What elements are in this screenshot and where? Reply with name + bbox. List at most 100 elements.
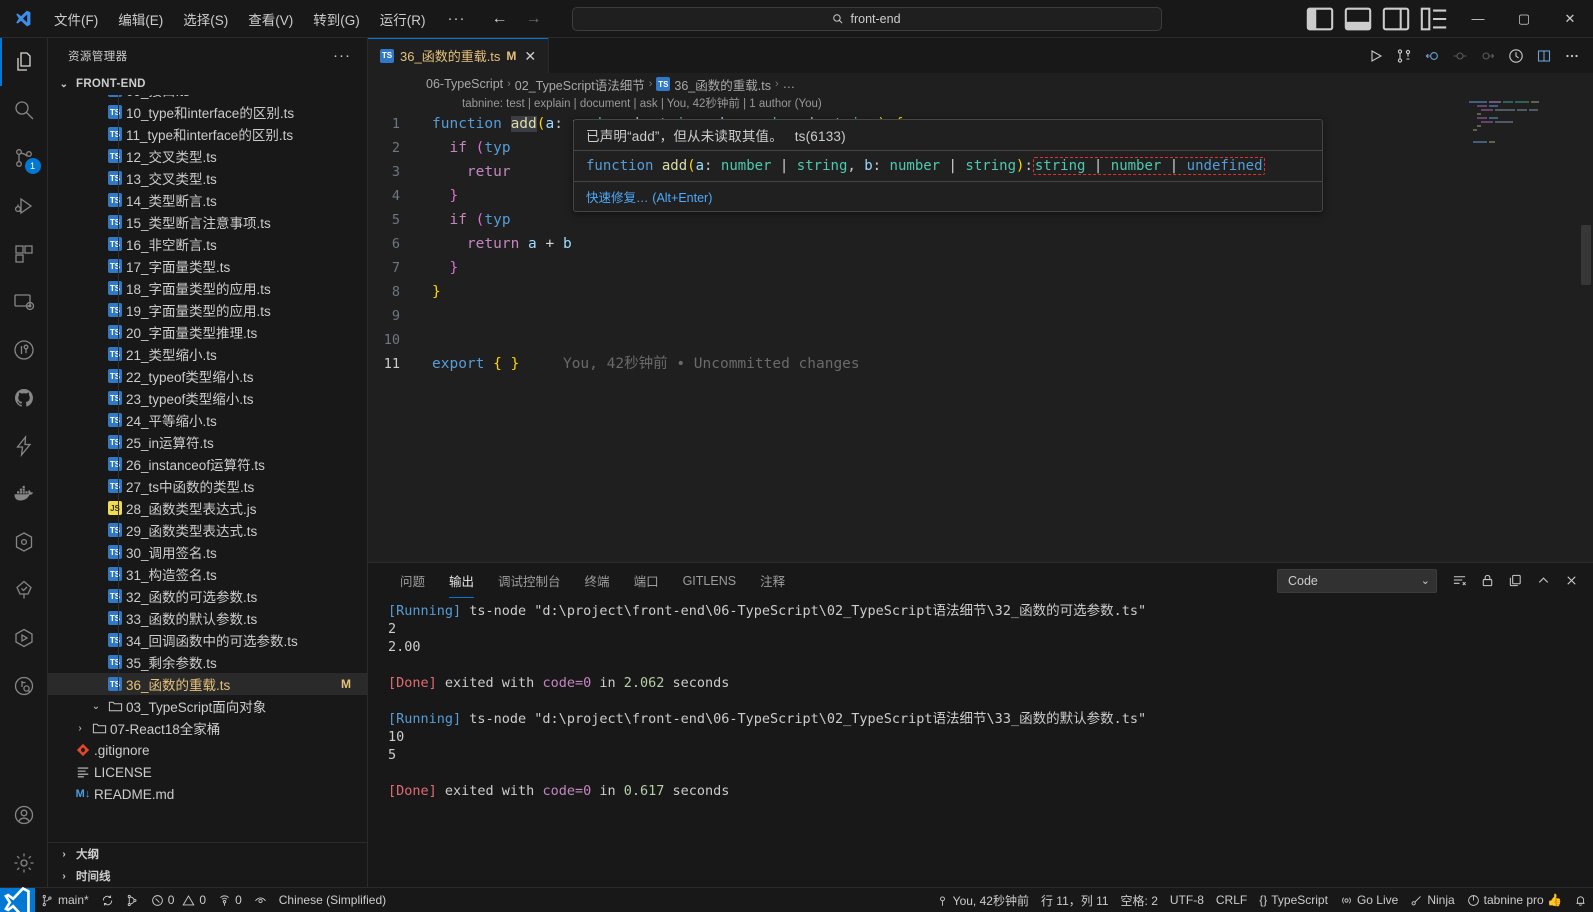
status-ports[interactable]: 0: [212, 888, 248, 912]
gitlens-icon[interactable]: [0, 326, 48, 374]
status-branch[interactable]: main*: [35, 888, 95, 912]
github-icon[interactable]: [0, 374, 48, 422]
hover-quickfix-row[interactable]: 快速修复… (Alt+Enter): [574, 182, 1322, 211]
menu-selection[interactable]: 选择(S): [173, 0, 238, 37]
status-problems[interactable]: 0 0: [145, 888, 212, 912]
test-explorer-icon[interactable]: [0, 662, 48, 710]
minimap[interactable]: [1469, 101, 1579, 141]
file-tree-row[interactable]: TS14_类型断言.ts: [48, 189, 367, 211]
tab-problems[interactable]: 问题: [388, 563, 437, 598]
split-diff-icon[interactable]: [1391, 41, 1417, 71]
status-encoding[interactable]: UTF-8: [1164, 888, 1210, 912]
menu-run[interactable]: 运行(R): [370, 0, 436, 37]
editor-scrollbar[interactable]: [1581, 225, 1591, 285]
file-tree-row-selected[interactable]: TS36_函数的重载.tsM: [48, 673, 367, 695]
menu-more-icon[interactable]: ···: [436, 10, 478, 27]
split-editor-icon[interactable]: [1531, 41, 1557, 71]
explorer-icon[interactable]: [0, 38, 48, 86]
file-tree-row[interactable]: TS34_回调函数中的可选参数.ts: [48, 629, 367, 651]
code-lens[interactable]: tabnine: test | explain | document | ask…: [462, 95, 822, 113]
breadcrumb-item-3[interactable]: …: [783, 77, 796, 91]
code-line[interactable]: 6 return a + b: [368, 232, 1593, 256]
code-line[interactable]: 9: [368, 304, 1593, 328]
clear-output-icon[interactable]: [1447, 569, 1471, 593]
file-tree-row[interactable]: TS24_平等缩小.ts: [48, 409, 367, 431]
status-language-locale[interactable]: Chinese (Simplified): [273, 888, 392, 912]
close-panel-icon[interactable]: [1559, 569, 1583, 593]
source-control-icon[interactable]: 1: [0, 134, 48, 182]
go-back-icon[interactable]: ←: [492, 10, 508, 28]
outline-section[interactable]: › 大纲: [48, 843, 367, 865]
todo-tree-icon[interactable]: [0, 566, 48, 614]
status-eol[interactable]: CRLF: [1210, 888, 1253, 912]
maximize-panel-icon[interactable]: [1531, 569, 1555, 593]
breadcrumb-item-1[interactable]: 02_TypeScript语法细节: [515, 75, 645, 94]
quick-fix-link[interactable]: 快速修复…: [586, 191, 649, 205]
tab-debug-console[interactable]: 调试控制台: [486, 563, 573, 598]
toggle-primary-sidebar-icon[interactable]: [1305, 4, 1335, 34]
code-line[interactable]: 8}: [368, 280, 1593, 304]
project-manager-icon[interactable]: [0, 614, 48, 662]
status-sync-icon[interactable]: [95, 888, 120, 912]
debug-breakpoint-icon[interactable]: [1447, 41, 1473, 71]
file-tree-row[interactable]: JS28_函数类型表达式.js: [48, 497, 367, 519]
status-go-live[interactable]: Go Live: [1334, 888, 1404, 912]
file-tree-row[interactable]: TS22_typeof类型缩小.ts: [48, 365, 367, 387]
tab-close-icon[interactable]: ✕: [522, 49, 538, 63]
status-git-graph-icon[interactable]: [120, 888, 145, 912]
timeline-section[interactable]: › 时间线: [48, 865, 367, 887]
file-tree-row[interactable]: TS15_类型断言注意事项.ts: [48, 211, 367, 233]
search-icon[interactable]: [0, 86, 48, 134]
file-tree-row[interactable]: TS35_剩余参数.ts: [48, 651, 367, 673]
file-tree[interactable]: TS09_接口.tsTS10_type和interface的区别.tsTS11_…: [48, 95, 367, 842]
file-tree-row[interactable]: TS32_函数的可选参数.ts: [48, 585, 367, 607]
code-line[interactable]: 11export { } You, 42秒钟前 • Uncommitted ch…: [368, 352, 1593, 376]
tab-ports[interactable]: 端口: [622, 563, 671, 598]
tab-gitlens[interactable]: GITLENS: [671, 563, 749, 598]
file-tree-row[interactable]: TS19_字面量类型的应用.ts: [48, 299, 367, 321]
editor-more-actions-icon[interactable]: [1559, 41, 1585, 71]
sidebar-more-actions-icon[interactable]: ···: [325, 47, 359, 64]
folder-section-header[interactable]: ⌄ FRONT-END: [48, 73, 367, 95]
file-tree-row[interactable]: TS26_instanceof运算符.ts: [48, 453, 367, 475]
file-tree-row[interactable]: TS29_函数类型表达式.ts: [48, 519, 367, 541]
minimize-button[interactable]: —: [1455, 0, 1501, 38]
file-tree-row[interactable]: TS18_字面量类型的应用.ts: [48, 277, 367, 299]
menu-file[interactable]: 文件(F): [44, 0, 108, 37]
debug-step-back-icon[interactable]: [1419, 41, 1445, 71]
file-tree-row[interactable]: TS11_type和interface的区别.ts: [48, 123, 367, 145]
file-tree-row[interactable]: TS16_非空断言.ts: [48, 233, 367, 255]
docker-icon[interactable]: [0, 470, 48, 518]
file-tree-row[interactable]: TS12_交叉类型.ts: [48, 145, 367, 167]
file-tree-row[interactable]: .gitignore: [48, 739, 367, 761]
debug-step-over-icon[interactable]: [1475, 41, 1501, 71]
file-tree-row[interactable]: TS30_调用签名.ts: [48, 541, 367, 563]
status-ninja[interactable]: Ninja: [1404, 888, 1460, 912]
menu-go[interactable]: 转到(G): [303, 0, 370, 37]
tab-comments[interactable]: 注释: [748, 563, 797, 598]
run-and-debug-icon[interactable]: [0, 182, 48, 230]
customize-layout-icon[interactable]: [1419, 4, 1449, 34]
code-editor[interactable]: tabnine: test | explain | document | ask…: [368, 95, 1593, 562]
file-tree-row[interactable]: TS13_交叉类型.ts: [48, 167, 367, 189]
maximize-button[interactable]: ▢: [1501, 0, 1547, 38]
lock-scroll-icon[interactable]: [1475, 569, 1499, 593]
toggle-panel-icon[interactable]: [1343, 4, 1373, 34]
file-tree-row[interactable]: TS33_函数的默认参数.ts: [48, 607, 367, 629]
tab-output[interactable]: 输出: [437, 563, 486, 598]
status-language-mode[interactable]: {} TypeScript: [1253, 888, 1334, 912]
file-tree-row[interactable]: TS25_in运算符.ts: [48, 431, 367, 453]
status-tabnine[interactable]: tabnine pro 👍: [1461, 888, 1568, 912]
command-center-search[interactable]: front-end: [572, 7, 1162, 31]
status-cursor-position[interactable]: 行 11，列 11: [1035, 888, 1115, 912]
output-channel-select[interactable]: Code ⌄: [1277, 569, 1437, 593]
remote-window-icon[interactable]: [0, 888, 35, 912]
file-tree-row[interactable]: TS31_构造签名.ts: [48, 563, 367, 585]
tab-36-function-overload[interactable]: TS 36_函数的重载.ts M ✕: [368, 38, 549, 73]
breadcrumb-item-2[interactable]: 36_函数的重载.ts: [674, 75, 771, 94]
extensions-icon[interactable]: [0, 230, 48, 278]
file-tree-row[interactable]: ›07-React18全家桶: [48, 717, 367, 739]
file-tree-row[interactable]: TS21_类型缩小.ts: [48, 343, 367, 365]
file-tree-row[interactable]: TS10_type和interface的区别.ts: [48, 101, 367, 123]
file-tree-row[interactable]: M↓README.md: [48, 783, 367, 805]
